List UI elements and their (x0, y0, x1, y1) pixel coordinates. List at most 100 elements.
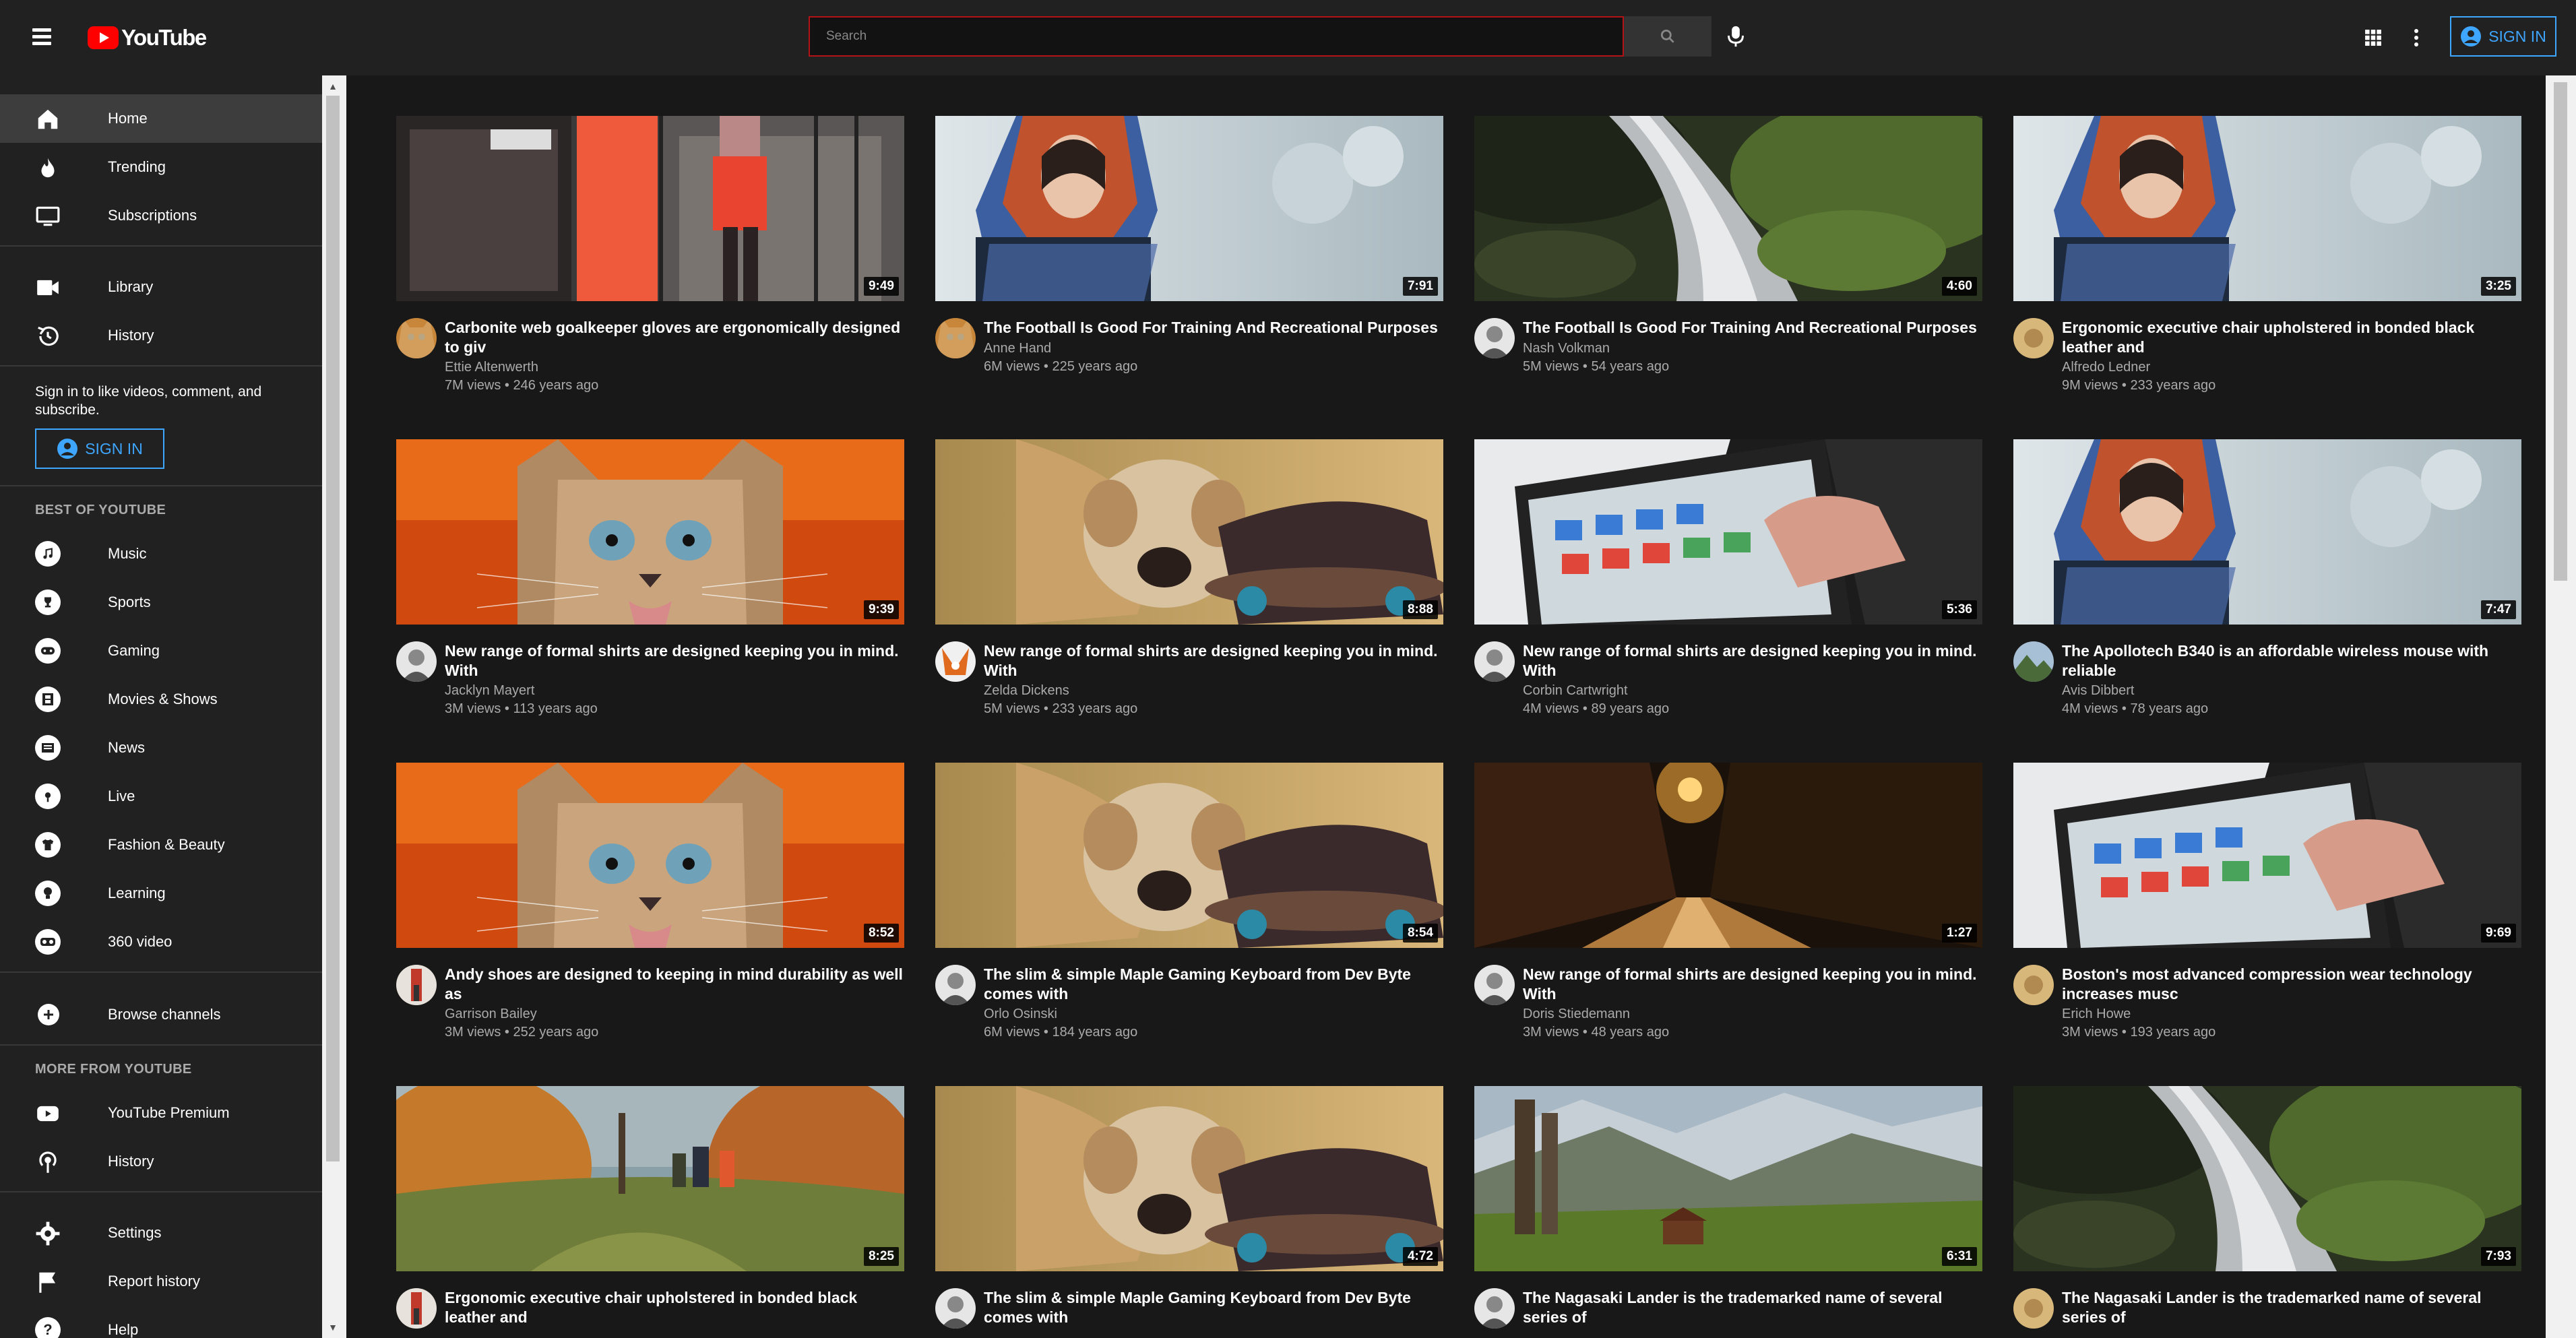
video-thumbnail[interactable]: 9:49 (396, 116, 904, 301)
sidebar-item-more-history[interactable]: History (0, 1137, 322, 1186)
video-card[interactable]: 6:31 The Nagasaki Lander is the trademark… (1474, 1086, 1982, 1338)
video-thumbnail[interactable]: 4:60 (1474, 116, 1982, 301)
video-card[interactable]: 4:72 The slim & simple Maple Gaming Keybo… (935, 1086, 1443, 1338)
search-input[interactable] (810, 18, 1623, 55)
sidebar-sign-in-button[interactable]: SIGN IN (35, 428, 164, 469)
video-card[interactable]: 4:60 The Football Is Good For Training An… (1474, 116, 1982, 426)
video-card[interactable]: 9:49 Carbonite web goalkeeper gloves are … (396, 116, 904, 426)
channel-name[interactable]: Jacklyn Mayert (445, 683, 534, 699)
channel-avatar[interactable] (1474, 641, 1515, 682)
channel-avatar[interactable] (1474, 965, 1515, 1005)
channel-avatar[interactable] (1474, 318, 1515, 358)
sidebar-item-youtube-premium[interactable]: YouTube Premium (0, 1089, 322, 1137)
video-thumbnail[interactable]: 1:27 (1474, 763, 1982, 948)
sidebar-item-browse-channels[interactable]: Browse channels (0, 990, 322, 1039)
sidebar-item-gaming[interactable]: Gaming (0, 627, 322, 675)
video-title[interactable]: New range of formal shirts are designed … (1523, 965, 1981, 1004)
sidebar-item-report-history[interactable]: Report history (0, 1257, 322, 1306)
sidebar-scrollbar[interactable]: ▲ ▼ (322, 75, 356, 1338)
video-title[interactable]: The slim & simple Maple Gaming Keyboard … (984, 965, 1442, 1004)
video-thumbnail[interactable]: 6:31 (1474, 1086, 1982, 1271)
video-title[interactable]: Carbonite web goalkeeper gloves are ergo… (445, 318, 903, 357)
video-card[interactable]: 3:25 Ergonomic executive chair upholstere… (2013, 116, 2521, 426)
video-thumbnail[interactable]: 7:91 (935, 116, 1443, 301)
video-card[interactable]: 7:91 The Football Is Good For Training An… (935, 116, 1443, 426)
channel-avatar[interactable] (2013, 1288, 2054, 1329)
video-thumbnail[interactable]: 4:72 (935, 1086, 1443, 1271)
video-thumbnail[interactable]: 8:25 (396, 1086, 904, 1271)
main-scrollbar-thumb[interactable] (2554, 82, 2567, 581)
scroll-up-arrow-icon[interactable]: ▲ (325, 78, 341, 94)
channel-avatar[interactable] (935, 318, 976, 358)
more-options-button[interactable] (2403, 23, 2430, 53)
channel-avatar[interactable] (935, 1288, 976, 1329)
sidebar-item-home[interactable]: Home (0, 94, 322, 143)
video-title[interactable]: The Nagasaki Lander is the trademarked n… (1523, 1288, 1981, 1327)
sidebar-item-music[interactable]: Music (0, 530, 322, 578)
video-title[interactable]: New range of formal shirts are designed … (984, 641, 1442, 680)
video-thumbnail[interactable]: 7:93 (2013, 1086, 2521, 1271)
video-title[interactable]: New range of formal shirts are designed … (1523, 641, 1981, 680)
sidebar-item-help[interactable]: ? Help (0, 1306, 322, 1338)
video-title[interactable]: The Football Is Good For Training And Re… (984, 318, 1442, 338)
sidebar-item-subscriptions[interactable]: Subscriptions (0, 191, 322, 240)
apps-button[interactable] (2358, 23, 2388, 53)
channel-avatar[interactable] (935, 641, 976, 682)
channel-name[interactable]: Nash Volkman (1523, 341, 1610, 356)
sidebar-item-learning[interactable]: Learning (0, 869, 322, 918)
channel-name[interactable]: Erich Howe (2062, 1007, 2131, 1022)
sign-in-button[interactable]: SIGN IN (2450, 16, 2556, 57)
video-thumbnail[interactable]: 9:39 (396, 439, 904, 625)
video-card[interactable]: 8:25 Ergonomic executive chair upholstere… (396, 1086, 904, 1338)
channel-name[interactable]: Avis Dibbert (2062, 683, 2134, 699)
video-thumbnail[interactable]: 9:69 (2013, 763, 2521, 948)
sidebar-item-movies-shows[interactable]: Movies & Shows (0, 675, 322, 724)
channel-name[interactable]: Garrison Bailey (445, 1007, 537, 1022)
video-card[interactable]: 7:93 The Nagasaki Lander is the trademark… (2013, 1086, 2521, 1338)
search-button[interactable] (1624, 16, 1711, 57)
video-thumbnail[interactable]: 8:52 (396, 763, 904, 948)
channel-avatar[interactable] (1474, 1288, 1515, 1329)
video-thumbnail[interactable]: 5:36 (1474, 439, 1982, 625)
video-thumbnail[interactable]: 3:25 (2013, 116, 2521, 301)
video-title[interactable]: Andy shoes are designed to keeping in mi… (445, 965, 903, 1004)
video-card[interactable]: 9:69 Boston's most advanced compression w… (2013, 763, 2521, 1073)
video-title[interactable]: New range of formal shirts are designed … (445, 641, 903, 680)
channel-avatar[interactable] (396, 641, 437, 682)
youtube-logo[interactable]: YouTube (88, 24, 207, 51)
sidebar-item-live[interactable]: Live (0, 772, 322, 821)
sidebar-item-library[interactable]: Library (0, 263, 322, 311)
channel-avatar[interactable] (2013, 641, 2054, 682)
channel-name[interactable]: Zelda Dickens (984, 683, 1069, 699)
sidebar-item-fashion-beauty[interactable]: Fashion & Beauty (0, 821, 322, 869)
channel-avatar[interactable] (396, 318, 437, 358)
video-thumbnail[interactable]: 7:47 (2013, 439, 2521, 625)
video-title[interactable]: The slim & simple Maple Gaming Keyboard … (984, 1288, 1442, 1327)
channel-avatar[interactable] (2013, 965, 2054, 1005)
channel-avatar[interactable] (2013, 318, 2054, 358)
channel-avatar[interactable] (396, 1288, 437, 1329)
channel-name[interactable]: Orlo Osinski (984, 1007, 1057, 1022)
voice-search-button[interactable] (1718, 19, 1753, 54)
sidebar-scrollbar-thumb[interactable] (326, 96, 340, 1161)
channel-name[interactable]: Corbin Cartwright (1523, 683, 1628, 699)
sidebar-item-settings[interactable]: Settings (0, 1209, 322, 1257)
video-title[interactable]: The Football Is Good For Training And Re… (1523, 318, 1981, 338)
video-title[interactable]: Ergonomic executive chair upholstered in… (445, 1288, 903, 1327)
video-card[interactable]: 5:36 New range of formal shirts are desig… (1474, 439, 1982, 749)
main-scrollbar[interactable] (2546, 75, 2576, 1338)
sidebar-item-trending[interactable]: Trending (0, 143, 322, 191)
sidebar-item-history[interactable]: History (0, 311, 322, 360)
video-title[interactable]: The Nagasaki Lander is the trademarked n… (2062, 1288, 2520, 1327)
video-card[interactable]: 7:47 The Apollotech B340 is an affordable… (2013, 439, 2521, 749)
channel-name[interactable]: Anne Hand (984, 341, 1051, 356)
channel-name[interactable]: Doris Stiedemann (1523, 1007, 1630, 1022)
channel-name[interactable]: Ettie Altenwerth (445, 360, 538, 375)
video-card[interactable]: 8:54 The slim & simple Maple Gaming Keybo… (935, 763, 1443, 1073)
video-thumbnail[interactable]: 8:88 (935, 439, 1443, 625)
video-card[interactable]: 8:88 New range of formal shirts are desig… (935, 439, 1443, 749)
menu-icon[interactable] (30, 24, 57, 51)
sidebar-item-360-video[interactable]: 360 video (0, 918, 322, 966)
sidebar-item-sports[interactable]: Sports (0, 578, 322, 627)
channel-avatar[interactable] (396, 965, 437, 1005)
